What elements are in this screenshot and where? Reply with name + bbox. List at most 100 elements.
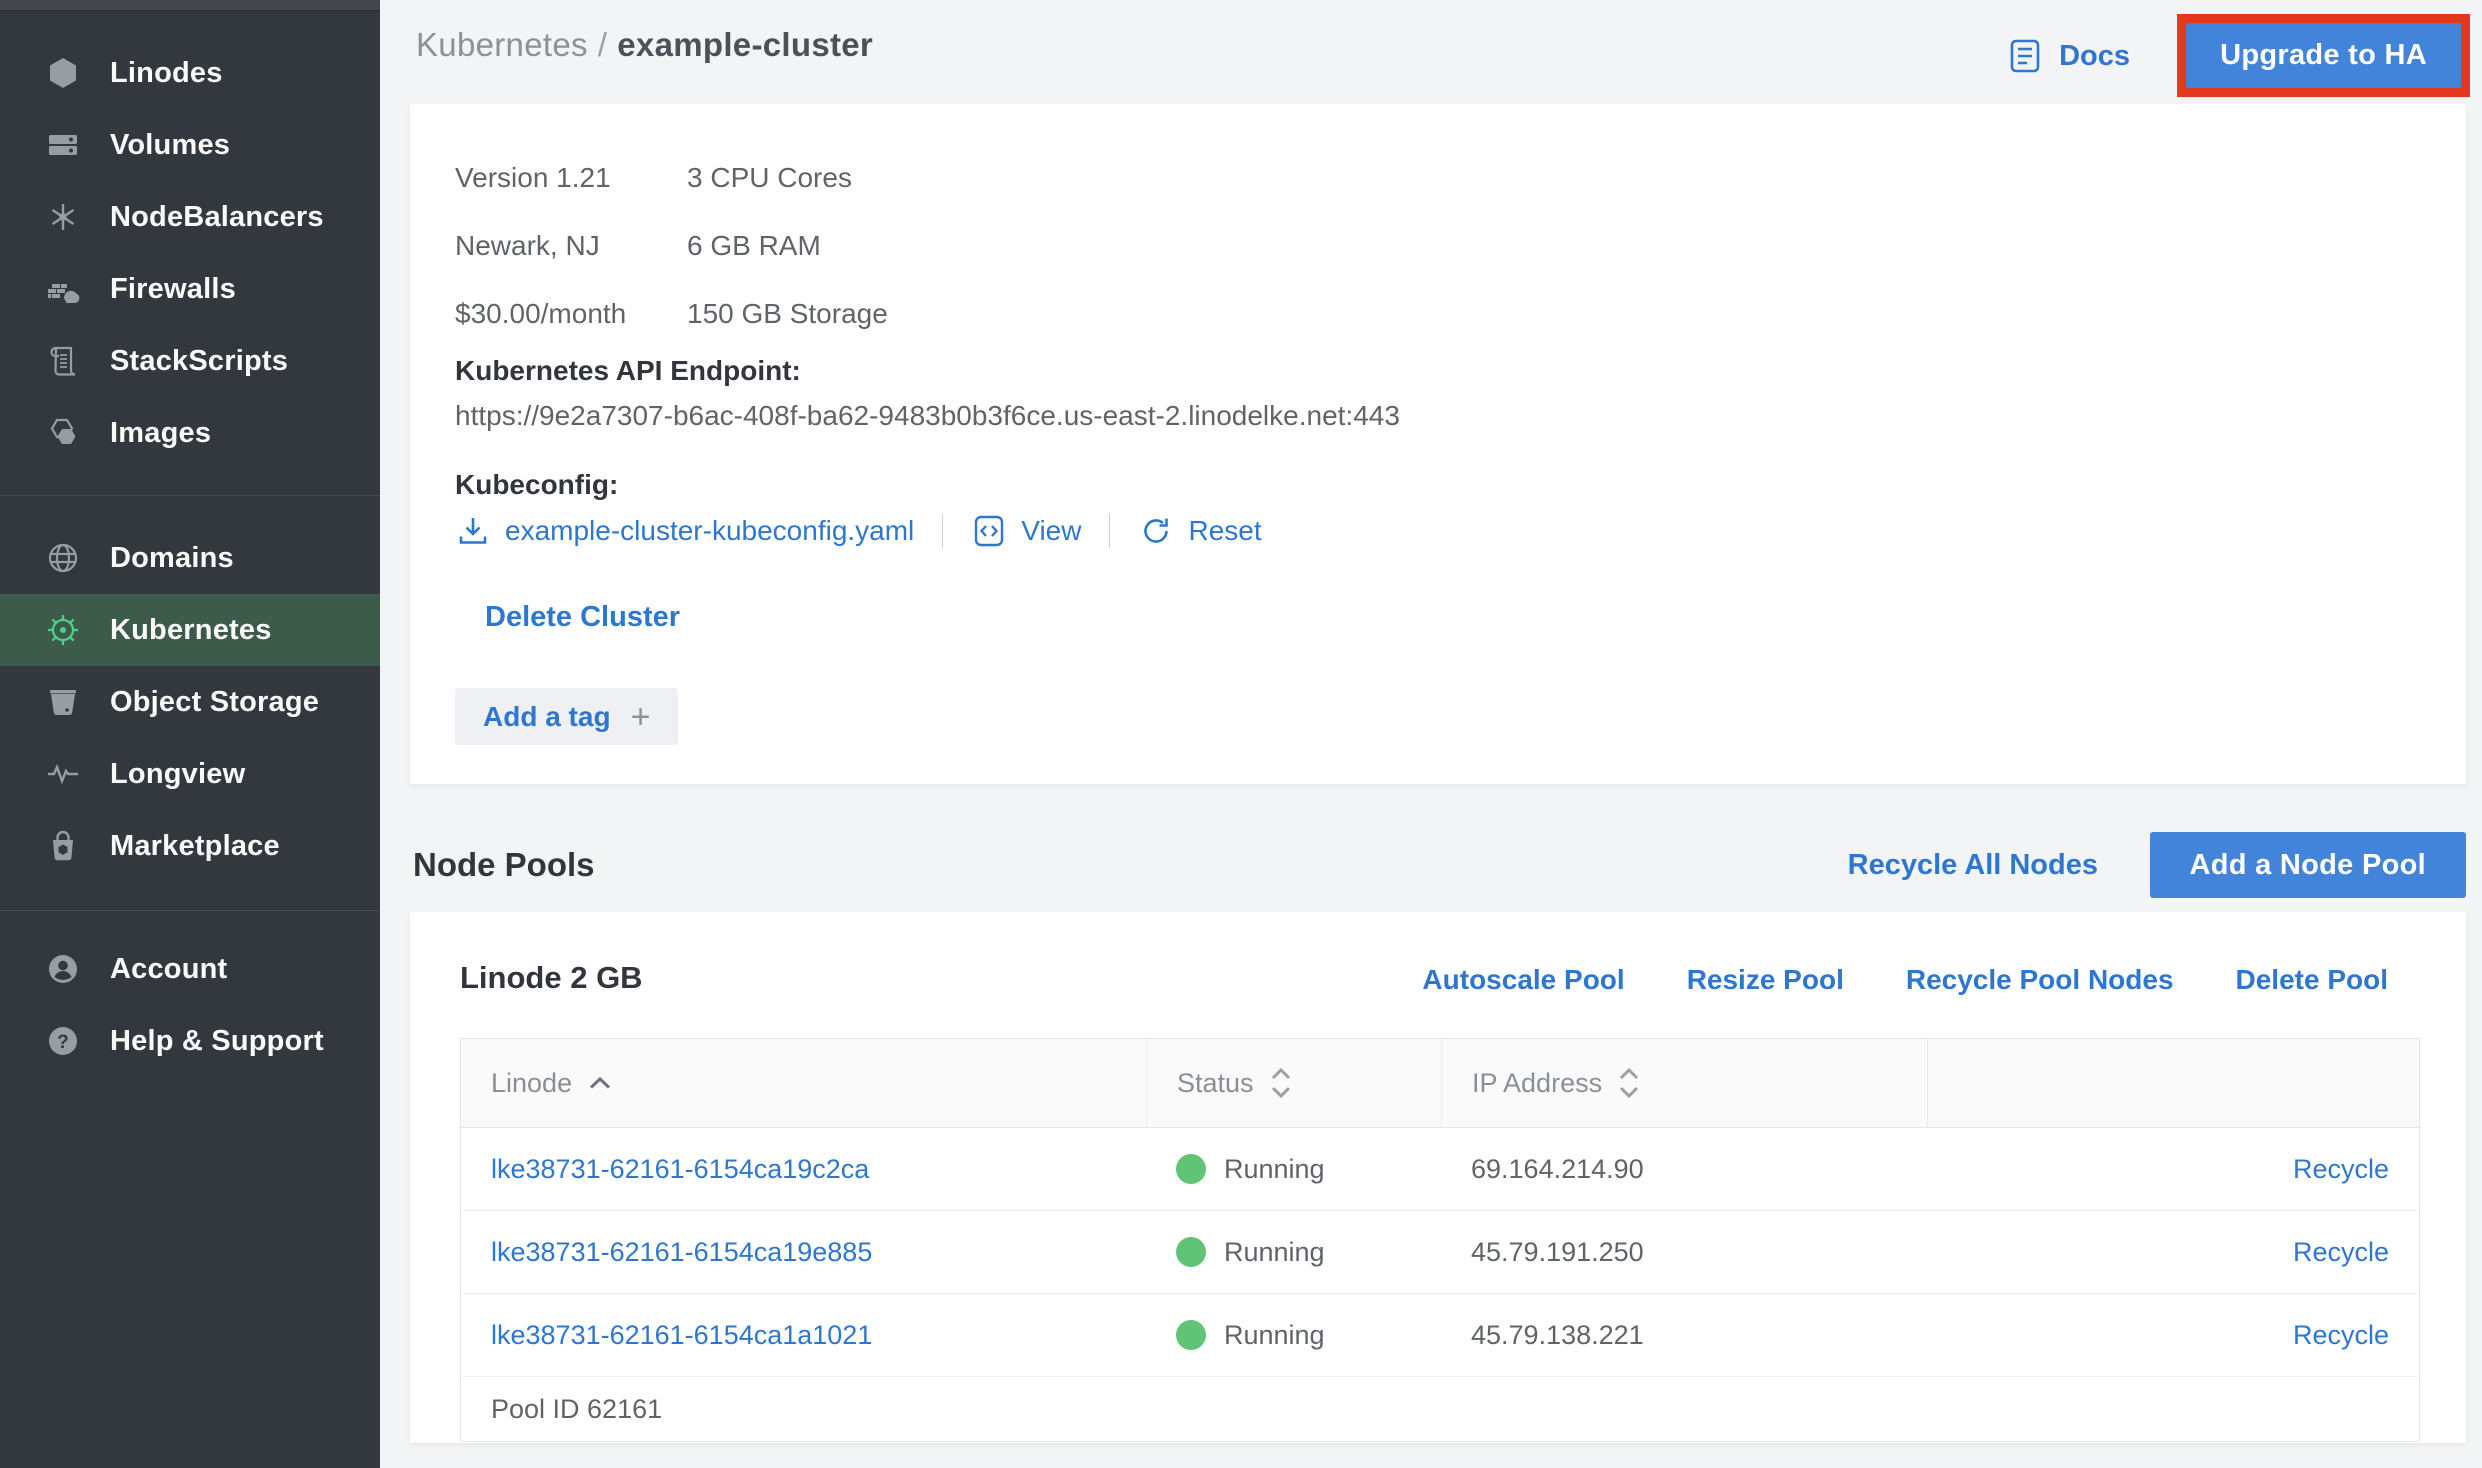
sidebar-item-linodes[interactable]: Linodes [0,37,380,109]
cluster-storage: 150 GB Storage [687,298,888,330]
kubeconfig-label: Kubeconfig: [455,462,2466,508]
recycle-node-button[interactable]: Recycle [2293,1154,2389,1185]
actions-cell: Recycle [1927,1237,2419,1268]
delete-cluster-button[interactable]: Delete Cluster [485,594,2466,640]
sidebar-item-help-support[interactable]: ? Help & Support [0,1005,380,1077]
sidebar-item-nodebalancers[interactable]: NodeBalancers [0,181,380,253]
column-header-ip-address[interactable]: IP Address [1441,1039,1927,1127]
sidebar-item-label: Linodes [110,57,223,90]
kubeconfig-download-link[interactable]: example-cluster-kubeconfig.yaml [455,513,914,549]
stackscripts-icon [44,342,82,380]
delete-pool-button[interactable]: Delete Pool [2236,964,2388,996]
add-tag-label: Add a tag [483,701,611,733]
recycle-pool-nodes-button[interactable]: Recycle Pool Nodes [1906,964,2174,996]
svg-text:?: ? [57,1032,69,1053]
sidebar-divider [0,910,380,911]
main-content: Kubernetes / example-cluster Docs Upgrade … [380,0,2482,1468]
sidebar-item-label: Domains [110,542,234,575]
cluster-version: Version 1.21 [455,162,687,194]
kubeconfig-row: example-cluster-kubeconfig.yaml View Res… [455,508,2466,554]
breadcrumb-kubernetes-link[interactable]: Kubernetes [416,26,588,63]
node-table: Linode Status IP Address lke38731-62161-… [460,1038,2420,1442]
sidebar-item-label: NodeBalancers [110,201,324,234]
spec-row: $30.00/month 150 GB Storage [455,280,2466,348]
node-link[interactable]: lke38731-62161-6154ca19e885 [491,1237,872,1267]
node-link[interactable]: lke38731-62161-6154ca1a1021 [491,1320,872,1350]
table-row: lke38731-62161-6154ca1a1021 Running 45.7… [461,1294,2419,1377]
status-running-dot [1176,1320,1206,1350]
status-running-dot [1176,1237,1206,1267]
sort-asc-icon [588,1076,612,1090]
domains-icon [44,539,82,577]
ip-cell: 45.79.191.250 [1441,1237,1927,1268]
sidebar-item-kubernetes[interactable]: Kubernetes [0,594,380,666]
pool-id-row: Pool ID 62161 [461,1377,2419,1441]
node-link[interactable]: lke38731-62161-6154ca19c2ca [491,1154,869,1184]
sidebar-item-label: Help & Support [110,1025,324,1058]
sort-both-icon [1270,1066,1292,1100]
status-text: Running [1224,1237,1325,1268]
account-icon [44,950,82,988]
sidebar-item-volumes[interactable]: Volumes [0,109,380,181]
breadcrumb-separator: / [598,26,607,63]
kubeconfig-reset-button[interactable]: Reset [1138,513,1261,549]
sidebar-item-object-storage[interactable]: Object Storage [0,666,380,738]
sidebar-item-stackscripts[interactable]: StackScripts [0,325,380,397]
download-icon [455,513,491,549]
sidebar-item-firewalls[interactable]: Firewalls [0,253,380,325]
kubeconfig-file-name: example-cluster-kubeconfig.yaml [505,515,914,547]
divider [942,514,943,548]
page-title: example-cluster [617,26,873,63]
sidebar-item-label: Account [110,953,227,986]
nodebalancers-icon [44,198,82,236]
recycle-node-button[interactable]: Recycle [2293,1237,2389,1268]
api-endpoint-label: Kubernetes API Endpoint: [455,348,2466,394]
marketplace-icon [44,827,82,865]
column-label: Linode [491,1068,572,1099]
node-pools-heading: Node Pools [413,832,595,898]
sidebar-item-label: Kubernetes [110,614,272,647]
sidebar-item-account[interactable]: Account [0,933,380,1005]
sidebar: Linodes Volumes NodeBalancers Firewalls [0,0,380,1468]
api-endpoint-url: https://9e2a7307-b6ac-408f-ba62-9483b0b3… [455,394,2466,438]
plus-icon: + [631,700,651,734]
sidebar-nav: Linodes Volumes NodeBalancers Firewalls [0,11,380,1077]
upgrade-to-ha-button[interactable]: Upgrade to HA [2186,23,2461,88]
sidebar-item-images[interactable]: Images [0,397,380,469]
actions-cell: Recycle [1927,1320,2419,1351]
sidebar-item-label: Volumes [110,129,230,162]
recycle-all-nodes-button[interactable]: Recycle All Nodes [1848,832,2098,898]
longview-icon [44,755,82,793]
pool-actions: Autoscale Pool Resize Pool Recycle Pool … [1422,964,2388,996]
column-header-actions [1927,1039,2419,1127]
images-icon [44,414,82,452]
add-node-pool-button[interactable]: Add a Node Pool [2150,832,2467,898]
table-row: lke38731-62161-6154ca19c2ca Running 69.1… [461,1128,2419,1211]
kubeconfig-view-button[interactable]: View [971,513,1081,549]
firewalls-icon [44,270,82,308]
sidebar-top-strip [0,0,380,11]
cluster-cpu: 3 CPU Cores [687,162,852,194]
column-header-linode[interactable]: Linode [461,1039,1146,1127]
recycle-node-button[interactable]: Recycle [2293,1320,2389,1351]
docs-link[interactable]: Docs [2005,36,2130,76]
node-cell: lke38731-62161-6154ca19e885 [461,1237,1146,1268]
sort-both-icon [1618,1066,1640,1100]
sidebar-item-marketplace[interactable]: Marketplace [0,810,380,882]
sidebar-item-domains[interactable]: Domains [0,522,380,594]
docs-icon [2005,36,2045,76]
status-cell: Running [1146,1320,1441,1351]
cluster-region: Newark, NJ [455,230,687,262]
column-header-status[interactable]: Status [1146,1039,1441,1127]
add-tag-button[interactable]: Add a tag + [455,688,678,745]
object-storage-icon [44,683,82,721]
pool-name: Linode 2 GB [460,960,643,996]
spec-row: Version 1.21 3 CPU Cores [455,144,2466,212]
sidebar-divider [0,495,380,496]
cluster-summary-card: Version 1.21 3 CPU Cores Newark, NJ 6 GB… [410,104,2466,784]
autoscale-pool-button[interactable]: Autoscale Pool [1422,964,1624,996]
status-text: Running [1224,1320,1325,1351]
resize-pool-button[interactable]: Resize Pool [1687,964,1844,996]
sidebar-item-longview[interactable]: Longview [0,738,380,810]
sidebar-item-label: Marketplace [110,830,280,863]
